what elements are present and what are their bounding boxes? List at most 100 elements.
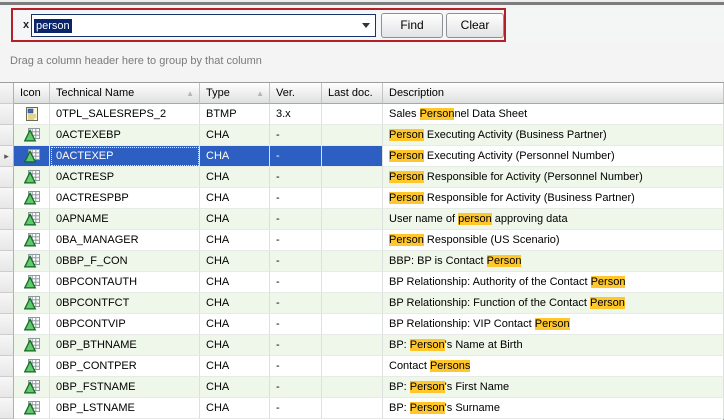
object-icon-cell[interactable] (14, 272, 50, 293)
description-cell[interactable]: Person Responsible for Activity (Personn… (383, 167, 724, 188)
row-indicator-cell[interactable] (0, 398, 14, 419)
column-header-technical-name[interactable]: Technical Name▲ (50, 83, 200, 104)
description-cell[interactable]: BP Relationship: VIP Contact Person (383, 314, 724, 335)
row-indicator-cell[interactable] (0, 356, 14, 377)
description-cell[interactable]: BP: Person's First Name (383, 377, 724, 398)
technical-name-cell[interactable]: 0ACTRESPBP (50, 188, 200, 209)
type-cell[interactable]: CHA (200, 251, 270, 272)
description-cell[interactable]: BP Relationship: Authority of the Contac… (383, 272, 724, 293)
type-cell[interactable]: BTMP (200, 104, 270, 125)
row-indicator-cell[interactable] (0, 251, 14, 272)
version-cell[interactable]: - (270, 251, 322, 272)
object-icon-cell[interactable] (14, 293, 50, 314)
type-cell[interactable]: CHA (200, 167, 270, 188)
column-header-description[interactable]: Description (383, 83, 724, 104)
version-cell[interactable]: - (270, 146, 322, 167)
last-doc-cell[interactable] (322, 230, 383, 251)
object-icon-cell[interactable] (14, 188, 50, 209)
last-doc-cell[interactable] (322, 104, 383, 125)
table-row[interactable]: 0BPCONTFCTCHA-BP Relationship: Function … (0, 293, 724, 314)
type-cell[interactable]: CHA (200, 377, 270, 398)
row-indicator-cell[interactable] (0, 335, 14, 356)
description-cell[interactable]: BP Relationship: Function of the Contact… (383, 293, 724, 314)
object-icon-cell[interactable] (14, 314, 50, 335)
row-indicator-cell[interactable]: ▸ (0, 146, 14, 167)
version-cell[interactable]: - (270, 167, 322, 188)
version-cell[interactable]: - (270, 398, 322, 419)
object-icon-cell[interactable] (14, 167, 50, 188)
object-icon-cell[interactable] (14, 356, 50, 377)
type-cell[interactable]: CHA (200, 272, 270, 293)
version-cell[interactable]: - (270, 356, 322, 377)
last-doc-cell[interactable] (322, 356, 383, 377)
technical-name-cell[interactable]: 0ACTEXEBP (50, 125, 200, 146)
type-cell[interactable]: CHA (200, 314, 270, 335)
last-doc-cell[interactable] (322, 251, 383, 272)
group-by-panel[interactable]: Drag a column header here to group by th… (0, 42, 724, 82)
search-combobox[interactable]: person (31, 14, 376, 37)
type-cell[interactable]: CHA (200, 230, 270, 251)
description-cell[interactable]: BP: Person's Name at Birth (383, 335, 724, 356)
last-doc-cell[interactable] (322, 167, 383, 188)
object-icon-cell[interactable] (14, 146, 50, 167)
type-cell[interactable]: CHA (200, 356, 270, 377)
table-row[interactable]: 0TPL_SALESREPS_2BTMP3.xSales Personnel D… (0, 104, 724, 125)
object-icon-cell[interactable] (14, 125, 50, 146)
type-cell[interactable]: CHA (200, 188, 270, 209)
row-indicator-cell[interactable] (0, 272, 14, 293)
object-icon-cell[interactable] (14, 230, 50, 251)
chevron-down-icon[interactable] (362, 23, 370, 28)
type-cell[interactable]: CHA (200, 125, 270, 146)
object-icon-cell[interactable] (14, 251, 50, 272)
type-cell[interactable]: CHA (200, 146, 270, 167)
description-cell[interactable]: Contact Persons (383, 356, 724, 377)
last-doc-cell[interactable] (322, 335, 383, 356)
last-doc-cell[interactable] (322, 209, 383, 230)
last-doc-cell[interactable] (322, 188, 383, 209)
version-cell[interactable]: 3.x (270, 104, 322, 125)
row-indicator-cell[interactable] (0, 314, 14, 335)
type-cell[interactable]: CHA (200, 293, 270, 314)
search-input-value[interactable]: person (34, 19, 72, 33)
description-cell[interactable]: BP: Person's Surname (383, 398, 724, 419)
technical-name-cell[interactable]: 0BPCONTVIP (50, 314, 200, 335)
version-cell[interactable]: - (270, 377, 322, 398)
technical-name-cell[interactable]: 0BBP_F_CON (50, 251, 200, 272)
description-cell[interactable]: Person Responsible for Activity (Busines… (383, 188, 724, 209)
description-cell[interactable]: BBP: BP is Contact Person (383, 251, 724, 272)
row-indicator-cell[interactable] (0, 293, 14, 314)
table-row[interactable]: 0BP_BTHNAMECHA-BP: Person's Name at Birt… (0, 335, 724, 356)
last-doc-cell[interactable] (322, 398, 383, 419)
technical-name-cell[interactable]: 0BP_CONTPER (50, 356, 200, 377)
technical-name-cell[interactable]: 0ACTEXEP (50, 146, 200, 167)
version-cell[interactable]: - (270, 209, 322, 230)
table-row[interactable]: 0BP_LSTNAMECHA- BP: Person's Surname (0, 398, 724, 419)
description-cell[interactable]: Person Executing Activity (Business Part… (383, 125, 724, 146)
last-doc-cell[interactable] (322, 293, 383, 314)
find-button[interactable]: Find (381, 13, 443, 38)
column-header-ver-[interactable]: Ver. (270, 83, 322, 104)
object-icon-cell[interactable] (14, 377, 50, 398)
clear-button[interactable]: Clear (446, 13, 504, 38)
description-cell[interactable]: Person Responsible (US Scenario) (383, 230, 724, 251)
version-cell[interactable]: - (270, 125, 322, 146)
type-cell[interactable]: CHA (200, 209, 270, 230)
column-header-type[interactable]: Type▲ (200, 83, 270, 104)
technical-name-cell[interactable]: 0BPCONTAUTH (50, 272, 200, 293)
row-indicator-cell[interactable] (0, 209, 14, 230)
version-cell[interactable]: - (270, 335, 322, 356)
row-indicator-cell[interactable] (0, 104, 14, 125)
type-cell[interactable]: CHA (200, 398, 270, 419)
column-header-icon[interactable]: Icon (14, 83, 50, 104)
table-row[interactable]: 0ACTRESPCHA-Person Responsible for Activ… (0, 167, 724, 188)
table-row[interactable]: 0BA_MANAGERCHA-Person Responsible (US Sc… (0, 230, 724, 251)
technical-name-cell[interactable]: 0BP_LSTNAME (50, 398, 200, 419)
object-icon-cell[interactable] (14, 209, 50, 230)
version-cell[interactable]: - (270, 230, 322, 251)
table-row[interactable]: 0ACTRESPBPCHA-Person Responsible for Act… (0, 188, 724, 209)
last-doc-cell[interactable] (322, 377, 383, 398)
object-icon-cell[interactable] (14, 335, 50, 356)
table-row[interactable]: 0APNAMECHA-User name of person approving… (0, 209, 724, 230)
object-icon-cell[interactable] (14, 104, 50, 125)
last-doc-cell[interactable] (322, 314, 383, 335)
